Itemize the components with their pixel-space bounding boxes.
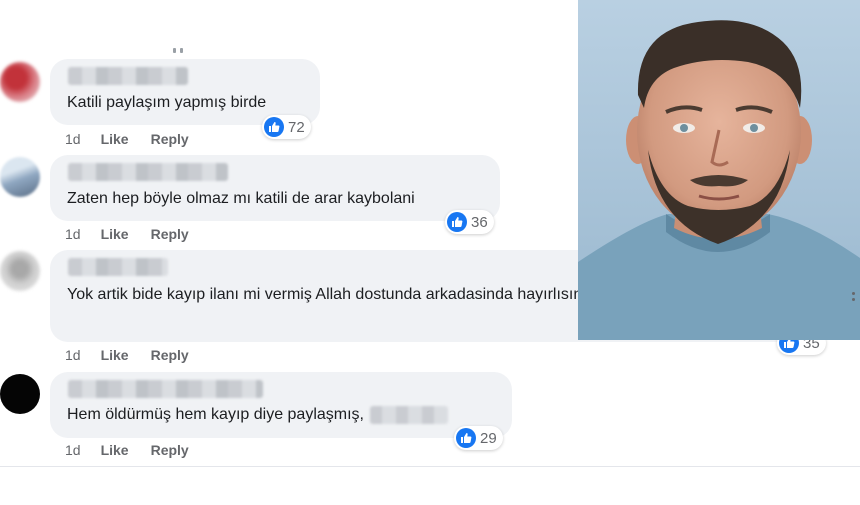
feed-divider [0, 466, 860, 467]
comment-text-visible: Hem öldürmüş hem kayıp diye paylaşmış, [67, 406, 364, 423]
reaction-count: 36 [471, 213, 488, 231]
comment-text: Katili paylaşım yapmış birde [67, 94, 267, 111]
reaction-count: 72 [288, 118, 305, 136]
comment-bubble: Zaten hep böyle olmaz mı katili de arar … [50, 155, 500, 221]
avatar[interactable] [0, 157, 40, 197]
avatar[interactable] [0, 62, 40, 102]
portrait-photo [578, 0, 860, 340]
more-options-fragment [852, 292, 856, 306]
reply-button[interactable]: Reply [151, 347, 189, 363]
comment-age[interactable]: 1d [65, 442, 81, 458]
comment-actions: 1d Like Reply [65, 130, 211, 148]
reaction-summary[interactable]: 29 [454, 426, 503, 450]
truncated-text-fragment [173, 40, 195, 53]
like-thumb-icon [447, 212, 467, 232]
like-thumb-icon [456, 428, 476, 448]
comment-actions: 1d Like Reply [65, 225, 211, 243]
portrait-illustration [578, 0, 860, 340]
author-name-redacted [68, 258, 168, 276]
reply-button[interactable]: Reply [151, 131, 189, 147]
author-name-redacted [68, 380, 263, 398]
like-button[interactable]: Like [101, 131, 129, 147]
comment-age[interactable]: 1d [65, 226, 81, 242]
comment-age[interactable]: 1d [65, 347, 81, 363]
like-button[interactable]: Like [101, 226, 129, 242]
author-name-redacted [68, 163, 228, 181]
comment-bubble: Hem öldürmüş hem kayıp diye paylaşmış, [50, 372, 512, 438]
avatar[interactable] [0, 374, 40, 414]
reply-button[interactable]: Reply [151, 226, 189, 242]
comment-age[interactable]: 1d [65, 131, 81, 147]
avatar[interactable] [0, 251, 40, 291]
reaction-count: 29 [480, 429, 497, 447]
comment-text: Hem öldürmüş hem kayıp diye paylaşmış, [67, 404, 448, 426]
comment-actions: 1d Like Reply [65, 346, 211, 364]
reaction-summary[interactable]: 36 [445, 210, 494, 234]
redacted-mention [370, 405, 448, 424]
like-button[interactable]: Like [101, 347, 129, 363]
comment-text: Zaten hep böyle olmaz mı katili de arar … [67, 190, 415, 207]
author-name-redacted [68, 67, 188, 85]
like-button[interactable]: Like [101, 442, 129, 458]
comment-actions: 1d Like Reply [65, 441, 211, 459]
like-thumb-icon [264, 117, 284, 137]
reaction-summary[interactable]: 72 [262, 115, 311, 139]
reply-button[interactable]: Reply [151, 442, 189, 458]
